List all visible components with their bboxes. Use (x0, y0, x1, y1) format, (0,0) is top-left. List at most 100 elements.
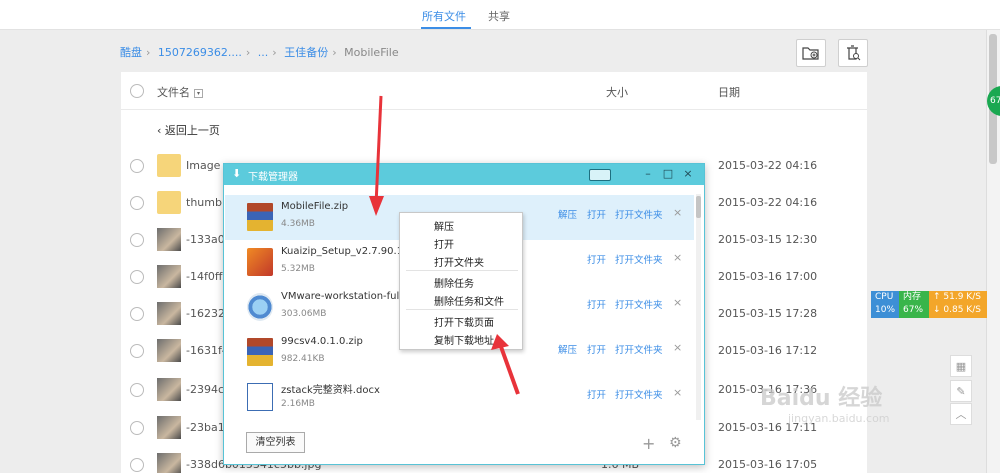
select-all-checkbox[interactable] (130, 84, 144, 98)
settings-gear-icon[interactable]: ⚙ (669, 435, 682, 451)
open-link[interactable]: 打开 (587, 207, 606, 221)
close-icon[interactable]: × (680, 167, 696, 180)
cpu-label: CPU (875, 292, 894, 302)
open-link[interactable]: 打开 (587, 252, 606, 266)
open-link[interactable]: 打开 (587, 342, 606, 356)
qrcode-icon[interactable]: ▦ (950, 355, 972, 377)
breadcrumb-ellipsis[interactable]: ... (258, 46, 269, 59)
open-folder-link[interactable]: 打开文件夹 (615, 297, 663, 311)
image-thumbnail (157, 265, 181, 288)
row-checkbox[interactable] (130, 307, 144, 321)
breadcrumb-backup[interactable]: 王佳备份 (284, 46, 328, 59)
breadcrumb-account[interactable]: 1507269362.... (158, 46, 242, 59)
menu-item-delete-task-and-file[interactable]: 删除任务和文件 (434, 293, 504, 308)
menu-item-extract[interactable]: 解压 (434, 218, 454, 233)
row-checkbox[interactable] (130, 421, 144, 435)
recycle-bin-button[interactable] (838, 39, 868, 67)
download-file-size: 2.16MB (281, 399, 315, 409)
breadcrumb-sep: › (245, 46, 251, 59)
column-size-header[interactable]: 大小 (606, 84, 628, 100)
installer-icon (247, 248, 273, 276)
download-file-size: 4.36MB (281, 219, 315, 229)
open-link[interactable]: 打开 (587, 297, 606, 311)
open-folder-link[interactable]: 打开文件夹 (615, 207, 663, 221)
maximize-icon[interactable]: □ (660, 167, 676, 180)
back-label: 返回上一页 (164, 124, 220, 137)
row-checkbox[interactable] (130, 383, 144, 397)
remove-item-icon[interactable]: × (673, 386, 682, 399)
active-tab-indicator (421, 27, 471, 29)
download-item[interactable]: zstack完整资料.docx 2.16MB 打开 打开文件夹 × (225, 375, 694, 420)
breadcrumb-sep: › (272, 46, 277, 59)
menu-item-open[interactable]: 打开 (434, 236, 454, 251)
minimize-icon[interactable]: – (640, 167, 656, 180)
new-folder-button[interactable] (796, 39, 826, 67)
column-name-header[interactable]: 文件名 ▾ (157, 84, 203, 100)
extract-link[interactable]: 解压 (558, 207, 577, 221)
mini-mode-button[interactable] (589, 169, 611, 181)
context-menu: 解压 打开 打开文件夹 删除任务 删除任务和文件 打开下载页面 复制下载地址 (399, 212, 523, 350)
file-date: 2015-03-15 17:28 (718, 307, 818, 320)
menu-item-delete-task[interactable]: 删除任务 (434, 275, 474, 290)
menu-item-open-folder[interactable]: 打开文件夹 (434, 254, 484, 269)
vmware-icon (247, 293, 273, 321)
remove-item-icon[interactable]: × (673, 251, 682, 264)
download-list-scrollbar[interactable] (696, 194, 701, 420)
row-checkbox[interactable] (130, 344, 144, 358)
row-checkbox[interactable] (130, 270, 144, 284)
file-date: 2015-03-16 17:00 (718, 270, 818, 283)
row-checkbox[interactable] (130, 196, 144, 210)
edit-icon[interactable]: ✎ (950, 380, 972, 402)
file-list-header: 文件名 ▾ 大小 日期 (121, 72, 867, 110)
scroll-top-icon[interactable]: ︿ (950, 403, 972, 425)
clear-list-button[interactable]: 清空列表 (246, 432, 305, 453)
top-bar: 所有文件 共享 (0, 0, 1000, 30)
download-list-scrollbar-thumb[interactable] (696, 196, 701, 218)
cpu-meter: CPU 10% (871, 291, 899, 318)
sort-icon[interactable]: ▾ (194, 88, 203, 98)
open-folder-link[interactable]: 打开文件夹 (615, 387, 663, 401)
zip-icon (247, 338, 273, 366)
image-thumbnail (157, 339, 181, 362)
open-folder-link[interactable]: 打开文件夹 (615, 252, 663, 266)
folder-icon (157, 154, 181, 177)
menu-divider (406, 270, 518, 271)
system-monitor[interactable]: CPU 10% 内存 67% ↑ 51.9 K/S ↓ 0.85 K/S (871, 291, 987, 318)
file-date: 2015-03-22 04:16 (718, 159, 818, 172)
breadcrumb: 酷盘 › 1507269362.... › ... › 王佳备份 › MobileFil… (120, 44, 403, 60)
add-task-icon[interactable]: + (642, 434, 655, 453)
image-thumbnail (157, 302, 181, 325)
file-name[interactable]: Image (186, 159, 220, 172)
row-checkbox[interactable] (130, 233, 144, 247)
row-checkbox[interactable] (130, 159, 144, 173)
download-file-name: 99csv4.0.1.0.zip (281, 336, 363, 347)
back-link[interactable]: ‹ 返回上一页 (157, 122, 220, 138)
tab-all-files[interactable]: 所有文件 (422, 8, 466, 24)
breadcrumb-root[interactable]: 酷盘 (120, 46, 142, 59)
download-manager-title: 下载管理器 (248, 172, 298, 183)
file-date: 2015-03-16 17:12 (718, 344, 818, 357)
upload-speed: 51.9 K/S (943, 292, 981, 302)
network-meter: ↑ 51.9 K/S ↓ 0.85 K/S (929, 291, 987, 318)
file-date: 2015-03-15 12:30 (718, 233, 818, 246)
open-link[interactable]: 打开 (587, 387, 606, 401)
remove-item-icon[interactable]: × (673, 341, 682, 354)
tab-shared[interactable]: 共享 (488, 8, 510, 24)
image-thumbnail (157, 228, 181, 251)
row-checkbox[interactable] (130, 458, 144, 472)
breadcrumb-sep: › (332, 46, 337, 59)
remove-item-icon[interactable]: × (673, 296, 682, 309)
menu-item-copy-download-url[interactable]: 复制下载地址 (434, 332, 494, 347)
open-folder-link[interactable]: 打开文件夹 (615, 342, 663, 356)
extract-link[interactable]: 解压 (558, 342, 577, 356)
image-thumbnail (157, 453, 181, 473)
memory-label: 内存 (903, 292, 922, 302)
menu-divider (406, 309, 518, 310)
menu-item-open-download-page[interactable]: 打开下载页面 (434, 314, 494, 329)
download-file-size: 303.06MB (281, 309, 327, 319)
file-name[interactable]: thumb (186, 196, 222, 209)
column-date-header[interactable]: 日期 (718, 84, 740, 100)
download-manager-titlebar[interactable]: ⬇ 下载管理器 – □ × (224, 164, 704, 185)
download-file-name: VMware-workstation-full-11 (281, 291, 419, 302)
remove-item-icon[interactable]: × (673, 206, 682, 219)
